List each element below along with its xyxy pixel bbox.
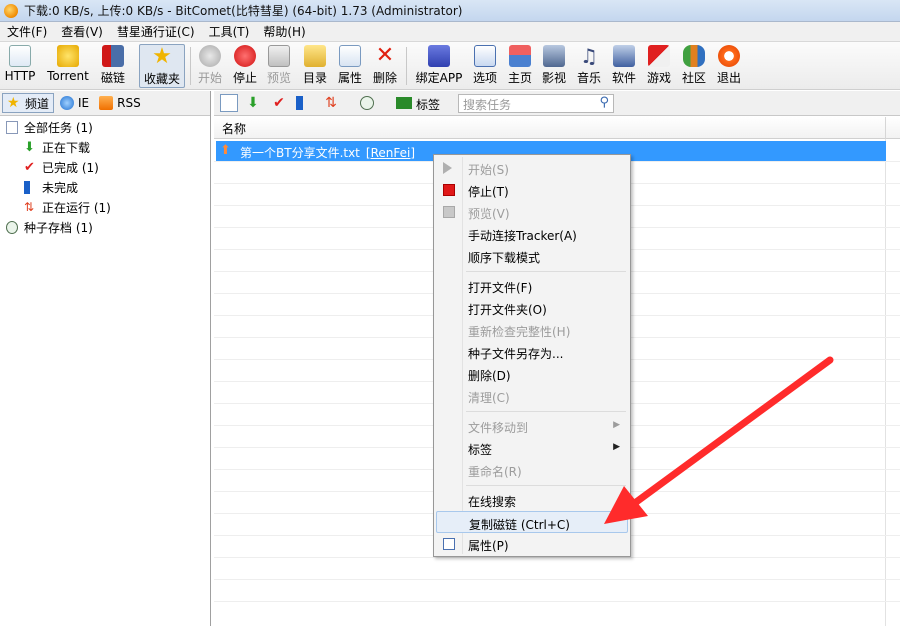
annotation-arrow: [604, 356, 834, 524]
